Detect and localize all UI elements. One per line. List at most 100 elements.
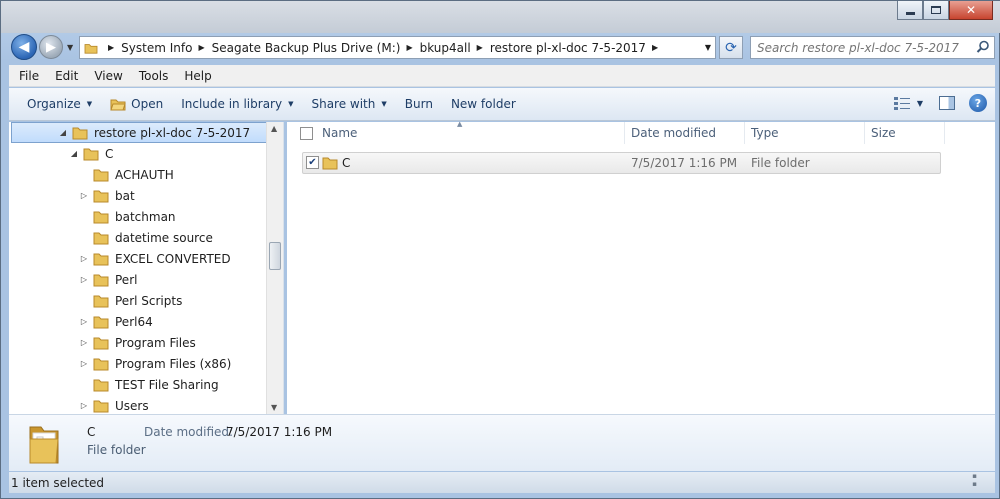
- checkmark-icon: ✔: [308, 157, 317, 168]
- new-folder-button[interactable]: New folder: [451, 97, 516, 111]
- help-icon[interactable]: ?: [969, 94, 987, 112]
- tree-item-users[interactable]: ▷ Users: [79, 395, 149, 416]
- resize-grip-icon[interactable]: ▪ ▪: [972, 472, 977, 488]
- tree-item-achauth[interactable]: ACHAUTH: [79, 164, 174, 185]
- tree-item-label: Program Files: [115, 335, 196, 350]
- maximize-button[interactable]: [923, 1, 949, 20]
- minimize-icon: [905, 11, 915, 15]
- breadcrumb-item[interactable]: Seagate Backup Plus Drive (M:): [212, 41, 401, 55]
- open-button[interactable]: Open: [110, 97, 163, 111]
- column-divider[interactable]: [864, 122, 865, 144]
- forward-button[interactable]: ▶: [39, 35, 63, 59]
- search-input[interactable]: [757, 40, 962, 55]
- nav-pane-scrollbar[interactable]: ▲ ▼: [266, 122, 283, 414]
- scroll-up-icon[interactable]: ▲: [271, 124, 277, 133]
- organize-button[interactable]: Organize ▼: [27, 97, 92, 111]
- menu-tools[interactable]: Tools: [139, 69, 169, 83]
- column-type[interactable]: Type: [751, 126, 779, 140]
- breadcrumb-item[interactable]: System Info: [121, 41, 192, 55]
- file-list-pane: Name ▲ Date modified Type Size ✔ C 7/5/2…: [287, 120, 995, 414]
- menu-edit[interactable]: Edit: [55, 69, 78, 83]
- expand-icon[interactable]: ▷: [79, 359, 89, 368]
- column-divider[interactable]: [744, 122, 745, 144]
- menu-help[interactable]: Help: [184, 69, 211, 83]
- chevron-down-icon: ▼: [381, 100, 387, 108]
- expand-icon[interactable]: ▷: [79, 401, 89, 410]
- details-date-value: 7/5/2017 1:16 PM: [226, 425, 333, 439]
- share-with-button[interactable]: Share with ▼: [311, 97, 386, 111]
- expand-icon[interactable]: ▷: [79, 254, 89, 263]
- chevron-right-icon[interactable]: ▶: [652, 43, 658, 52]
- address-history-dropdown[interactable]: ▼: [705, 43, 711, 52]
- tree-item-label: ACHAUTH: [115, 167, 174, 182]
- view-options-icon[interactable]: [893, 96, 911, 110]
- folder-icon: [93, 253, 109, 265]
- tree-item-datetime-source[interactable]: datetime source: [79, 227, 213, 248]
- folder-icon: [93, 337, 109, 349]
- column-name[interactable]: Name: [322, 126, 357, 140]
- row-checkbox[interactable]: ✔: [306, 156, 319, 169]
- collapse-icon[interactable]: ◢: [58, 128, 68, 137]
- chevron-right-icon[interactable]: ▶: [198, 43, 204, 52]
- expand-icon[interactable]: ▷: [79, 338, 89, 347]
- tree-item-label: datetime source: [115, 230, 213, 245]
- tree-item-perl[interactable]: ▷ Perl: [79, 269, 138, 290]
- tree-item-batchman[interactable]: batchman: [79, 206, 176, 227]
- chevron-right-icon[interactable]: ▶: [406, 43, 412, 52]
- collapse-icon[interactable]: ◢: [69, 149, 79, 158]
- tree-item-excel-converted[interactable]: ▷ EXCEL CONVERTED: [79, 248, 231, 269]
- maximize-icon: [931, 6, 941, 14]
- tree-item-label: Perl: [115, 272, 138, 287]
- breadcrumb-item[interactable]: restore pl-xl-doc 7-5-2017: [490, 41, 646, 55]
- scroll-down-icon[interactable]: ▼: [271, 403, 277, 412]
- breadcrumb-item[interactable]: bkup4all: [420, 41, 471, 55]
- folder-icon: [93, 379, 109, 391]
- search-icon[interactable]: [976, 40, 990, 54]
- tree-item-perl64[interactable]: ▷ Perl64: [79, 311, 153, 332]
- search-box: [750, 36, 995, 59]
- close-button[interactable]: ✕: [949, 1, 993, 20]
- menu-view[interactable]: View: [94, 69, 122, 83]
- chevron-right-icon[interactable]: ▶: [477, 43, 483, 52]
- folder-icon: [93, 232, 109, 244]
- tree-item-label: C: [105, 146, 114, 161]
- select-all-checkbox[interactable]: [300, 127, 313, 140]
- tree-item-label: bat: [115, 188, 135, 203]
- burn-label: Burn: [404, 97, 433, 111]
- preview-pane-icon[interactable]: [939, 96, 955, 110]
- large-folder-icon: [29, 426, 59, 464]
- folder-icon: [93, 295, 109, 307]
- folder-icon: [93, 358, 109, 370]
- tree-item-perl-scripts[interactable]: Perl Scripts: [79, 290, 182, 311]
- column-divider[interactable]: [624, 122, 625, 144]
- minimize-button[interactable]: [897, 1, 923, 20]
- back-button[interactable]: ◀: [11, 34, 37, 60]
- tree-item-program-files[interactable]: ▷ Program Files: [79, 332, 196, 353]
- column-divider[interactable]: [944, 122, 945, 144]
- tree-item-c[interactable]: ◢ C: [69, 143, 113, 164]
- chevron-right-icon[interactable]: ▶: [108, 43, 114, 52]
- burn-button[interactable]: Burn: [405, 97, 433, 111]
- chevron-down-icon[interactable]: ▼: [917, 99, 923, 108]
- menu-file[interactable]: File: [19, 69, 39, 83]
- status-text: 1 item selected: [11, 475, 105, 490]
- refresh-button[interactable]: ⟳: [719, 36, 743, 59]
- folder-icon: [93, 400, 109, 412]
- expand-icon[interactable]: ▷: [79, 317, 89, 326]
- file-row[interactable]: ✔ C 7/5/2017 1:16 PM File folder: [302, 152, 941, 174]
- chevron-down-icon: ▼: [288, 100, 294, 108]
- column-date-modified[interactable]: Date modified: [631, 126, 716, 140]
- expand-icon[interactable]: ▷: [79, 191, 89, 200]
- share-with-label: Share with: [311, 97, 376, 111]
- tree-item-restore[interactable]: ◢ restore pl-xl-doc 7-5-2017: [11, 122, 267, 143]
- address-bar[interactable]: ▶ System Info ▶ Seagate Backup Plus Driv…: [79, 36, 716, 59]
- expand-icon[interactable]: ▷: [79, 275, 89, 284]
- tree-item-test-file-sharing[interactable]: TEST File Sharing: [79, 374, 219, 395]
- open-folder-icon: [110, 99, 126, 111]
- tree-item-bat[interactable]: ▷ bat: [79, 185, 135, 206]
- column-size[interactable]: Size: [871, 126, 896, 140]
- scrollbar-thumb[interactable]: [269, 242, 281, 270]
- recent-pages-dropdown[interactable]: ▼: [67, 43, 73, 52]
- tree-item-program-files-x86[interactable]: ▷ Program Files (x86): [79, 353, 231, 374]
- include-in-library-button[interactable]: Include in library ▼: [181, 97, 293, 111]
